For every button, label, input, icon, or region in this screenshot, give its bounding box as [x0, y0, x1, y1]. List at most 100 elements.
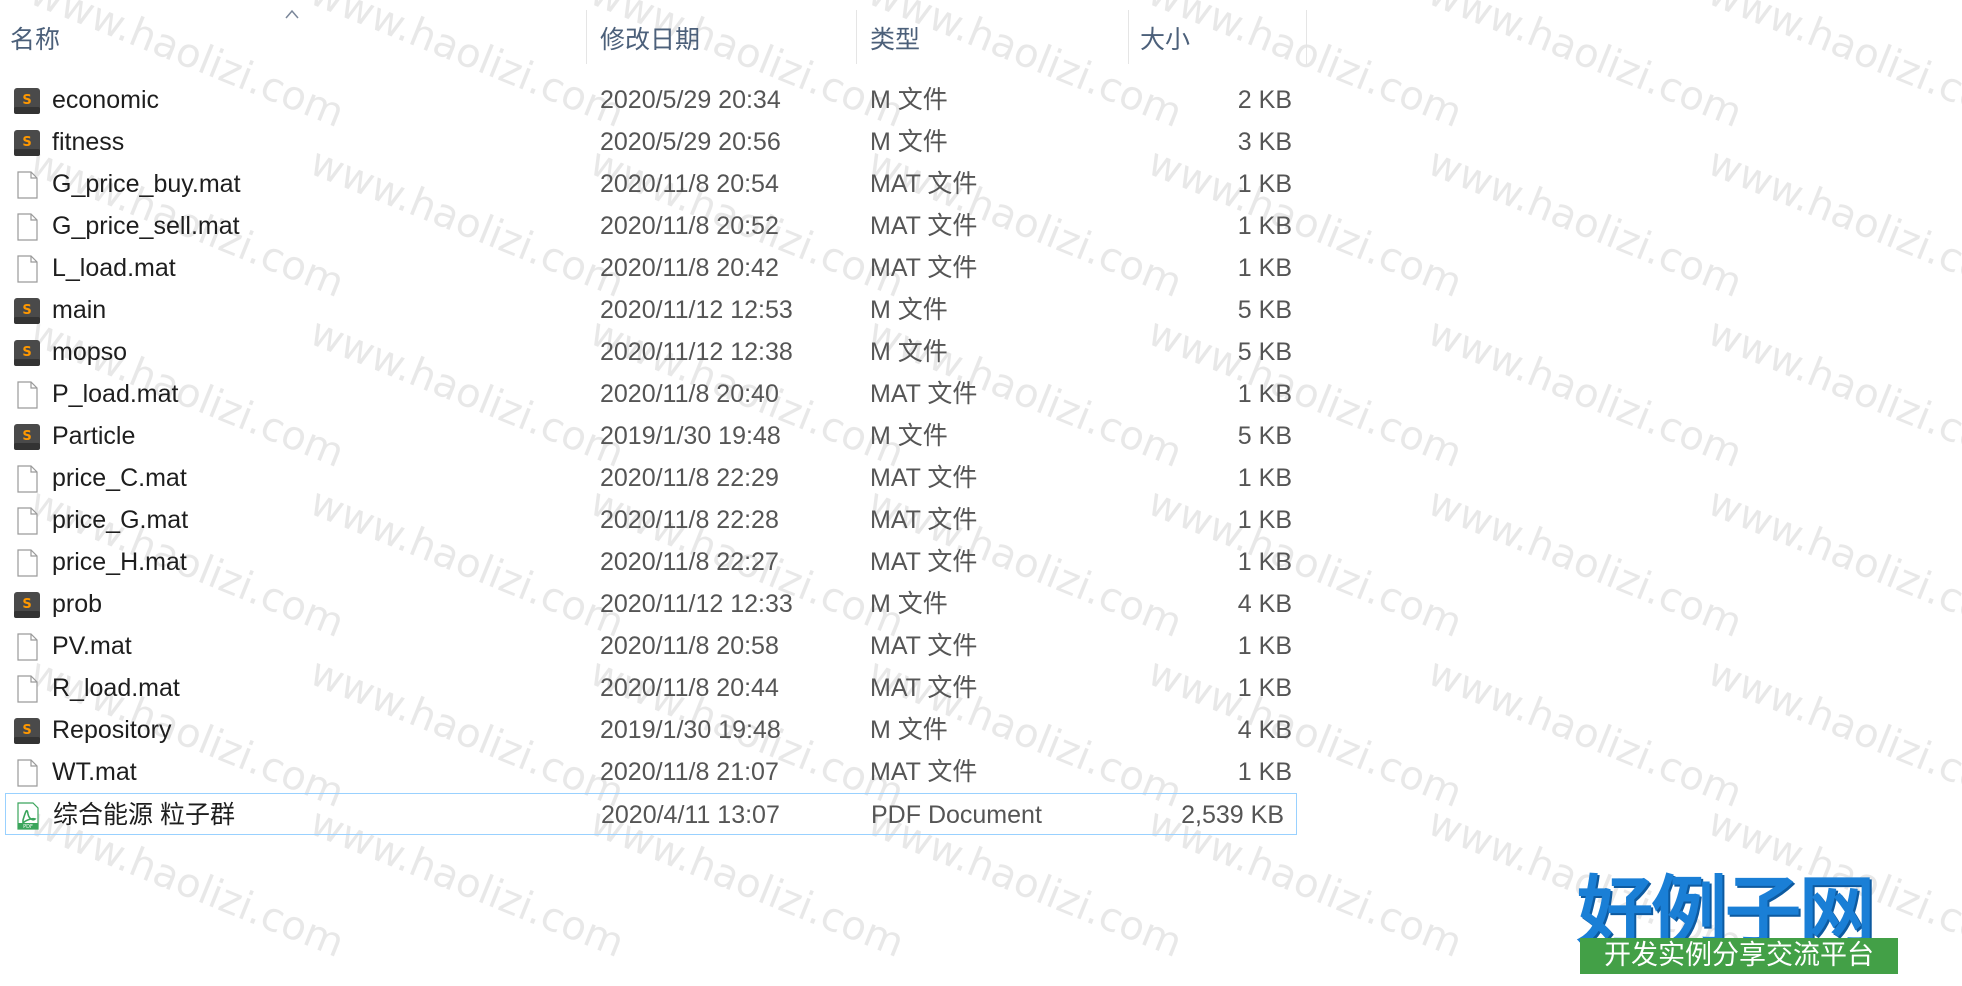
file-size: 1 KB	[1237, 380, 1292, 408]
file-size: 2,539 KB	[1181, 801, 1284, 829]
file-name: R_load.mat	[52, 674, 180, 702]
file-row[interactable]: S Repository 2019/1/30 19:48 M 文件 4 KB	[0, 709, 1310, 751]
file-name: Repository	[52, 716, 172, 744]
file-name: prob	[52, 590, 103, 618]
file-type: MAT 文件	[870, 506, 978, 534]
file-size: 1 KB	[1237, 254, 1292, 282]
column-header-name[interactable]: 名称	[10, 22, 60, 58]
file-modified-date: 2020/5/29 20:34	[600, 86, 781, 114]
blank-file-icon	[13, 506, 41, 535]
blank-file-icon	[13, 464, 41, 493]
svg-text:S: S	[22, 93, 31, 108]
watermark-text: www.haolizi.com	[1421, 649, 1749, 817]
file-type: MAT 文件	[870, 380, 978, 408]
file-type: MAT 文件	[870, 632, 978, 660]
file-type: MAT 文件	[870, 212, 978, 240]
file-modified-date: 2020/11/8 20:58	[600, 632, 779, 660]
file-name: P_load.mat	[52, 380, 179, 408]
file-row[interactable]: G_price_sell.mat 2020/11/8 20:52 MAT 文件 1 K…	[0, 205, 1310, 247]
file-name: economic	[52, 86, 159, 114]
svg-text:S: S	[22, 429, 31, 444]
file-row[interactable]: G_price_buy.mat 2020/11/8 20:54 MAT 文件 1 KB	[0, 163, 1310, 205]
column-divider[interactable]	[1306, 10, 1307, 64]
svg-text:S: S	[22, 135, 31, 150]
sublime-m-file-icon: S	[13, 128, 41, 156]
column-header-type[interactable]: 类型	[870, 22, 920, 58]
sublime-m-file-icon: S	[13, 86, 41, 114]
file-type: M 文件	[870, 716, 948, 744]
file-row[interactable]: Sprob 2020/11/12 12:33 M 文件 4 KB	[0, 583, 1310, 625]
file-modified-date: 2020/11/12 12:53	[600, 296, 793, 324]
file-modified-date: 2020/4/11 13:07	[601, 801, 780, 829]
file-size: 1 KB	[1237, 170, 1292, 198]
file-size: 4 KB	[1237, 716, 1292, 744]
file-name: price_C.mat	[52, 464, 187, 492]
file-modified-date: 2019/1/30 19:48	[600, 716, 781, 744]
svg-text:S: S	[22, 723, 31, 738]
file-name: 综合能源 粒子群	[53, 801, 235, 829]
file-row[interactable]: L_load.mat 2020/11/8 20:42 MAT 文件 1 KB	[0, 247, 1310, 289]
file-modified-date: 2020/11/8 20:44	[600, 674, 779, 702]
file-size: 5 KB	[1237, 422, 1292, 450]
file-row[interactable]: R_load.mat 2020/11/8 20:44 MAT 文件 1 KB	[0, 667, 1310, 709]
file-size: 5 KB	[1237, 296, 1292, 324]
pdf-file-icon: PDF	[14, 801, 42, 830]
column-header-size[interactable]: 大小	[1140, 22, 1190, 58]
file-name: price_H.mat	[52, 548, 187, 576]
file-name: PV.mat	[52, 632, 132, 660]
file-row[interactable]: price_H.mat 2020/11/8 22:27 MAT 文件 1 KB	[0, 541, 1310, 583]
column-divider[interactable]	[1128, 10, 1129, 64]
file-modified-date: 2020/11/12 12:38	[600, 338, 793, 366]
column-header: 名称 修改日期 类型 大小	[0, 0, 1310, 72]
file-type: M 文件	[870, 590, 948, 618]
file-row[interactable]: WT.mat 2020/11/8 21:07 MAT 文件 1 KB	[0, 751, 1310, 793]
file-name: WT.mat	[52, 758, 137, 786]
sublime-m-file-icon: S	[13, 296, 41, 324]
file-name: mopso	[52, 338, 128, 366]
file-row[interactable]: Sfitness 2020/5/29 20:56 M 文件 3 KB	[0, 121, 1310, 163]
file-name: L_load.mat	[52, 254, 176, 282]
file-type: M 文件	[870, 296, 948, 324]
blank-file-icon	[13, 212, 41, 241]
file-name: Particle	[52, 422, 136, 450]
file-type: M 文件	[870, 338, 948, 366]
file-row[interactable]: price_G.mat 2020/11/8 22:28 MAT 文件 1 KB	[0, 499, 1310, 541]
watermark-text: www.haolizi.com	[1701, 479, 1962, 647]
file-size: 1 KB	[1237, 674, 1292, 702]
sublime-m-file-icon: S	[13, 338, 41, 366]
file-row[interactable]: Smopso 2020/11/12 12:38 M 文件 5 KB	[0, 331, 1310, 373]
column-divider[interactable]	[586, 10, 587, 64]
watermark-text: www.haolizi.com	[1701, 649, 1962, 817]
blank-file-icon	[13, 758, 41, 787]
file-modified-date: 2020/11/8 22:28	[600, 506, 779, 534]
file-row[interactable]: Seconomic 2020/5/29 20:34 M 文件 2 KB	[0, 79, 1310, 121]
file-modified-date: 2020/11/8 20:42	[600, 254, 779, 282]
svg-text:S: S	[22, 303, 31, 318]
file-modified-date: 2020/11/8 20:40	[600, 380, 779, 408]
file-row-selected[interactable]: PDF 综合能源 粒子群 2020/4/11 13:07 PDF Document 2,…	[5, 793, 1297, 835]
blank-file-icon	[13, 632, 41, 661]
watermark-text: www.haolizi.com	[1701, 309, 1962, 477]
file-size: 3 KB	[1237, 128, 1292, 156]
file-modified-date: 2020/11/8 20:54	[600, 170, 779, 198]
file-name: price_G.mat	[52, 506, 189, 534]
file-row[interactable]: Smain 2020/11/12 12:53 M 文件 5 KB	[0, 289, 1310, 331]
file-row[interactable]: price_C.mat 2020/11/8 22:29 MAT 文件 1 KB	[0, 457, 1310, 499]
file-row[interactable]: S Particle 2019/1/30 19:48 M 文件 5 KB	[0, 415, 1310, 457]
file-type: MAT 文件	[870, 464, 978, 492]
column-header-date[interactable]: 修改日期	[600, 22, 700, 58]
logo-subtitle: 开发实例分享交流平台	[1580, 938, 1898, 974]
file-size: 5 KB	[1237, 338, 1292, 366]
file-modified-date: 2019/1/30 19:48	[600, 422, 781, 450]
file-size: 2 KB	[1237, 86, 1292, 114]
column-divider[interactable]	[856, 10, 857, 64]
file-modified-date: 2020/11/12 12:33	[600, 590, 793, 618]
file-name: fitness	[52, 128, 125, 156]
svg-text:S: S	[22, 597, 31, 612]
file-type: MAT 文件	[870, 758, 978, 786]
file-size: 1 KB	[1237, 212, 1292, 240]
file-type: PDF Document	[871, 801, 1042, 829]
file-row[interactable]: P_load.mat 2020/11/8 20:40 MAT 文件 1 KB	[0, 373, 1310, 415]
file-row[interactable]: PV.mat 2020/11/8 20:58 MAT 文件 1 KB	[0, 625, 1310, 667]
file-type: MAT 文件	[870, 170, 978, 198]
